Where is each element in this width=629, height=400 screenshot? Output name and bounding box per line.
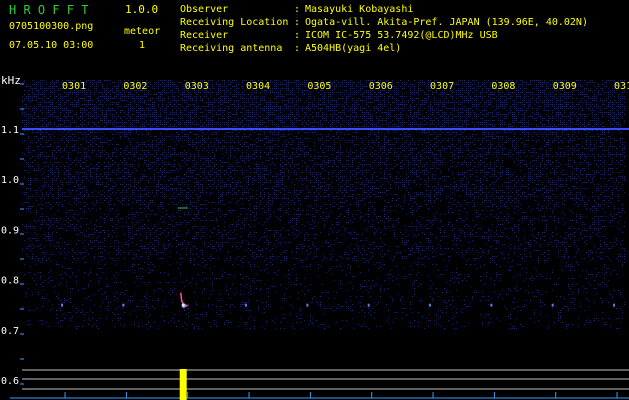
faint-echo — [490, 303, 493, 307]
y-tick-label: 0.7 — [1, 326, 19, 337]
info-label: Observer — [180, 4, 229, 15]
meteor-count: 1 — [139, 40, 146, 51]
x-tick-label: 0303 — [185, 81, 209, 92]
info-separator: : — [294, 17, 301, 28]
faint-echo — [306, 303, 309, 307]
x-tick-label: 0301 — [62, 81, 86, 92]
faint-echo — [61, 303, 64, 307]
info-value: Ogata-vill. Akita-Pref. JAPAN (139.96E, … — [305, 17, 588, 28]
info-separator: : — [294, 43, 301, 54]
file-name: 0705100300.png — [9, 21, 94, 32]
y-tick-label: 0.6 — [1, 376, 19, 387]
noise-field — [22, 80, 625, 329]
info-label: Receiving Location — [180, 17, 289, 28]
x-tick-label: 0307 — [430, 81, 454, 92]
faint-echo — [245, 303, 248, 307]
faint-echo — [367, 303, 370, 307]
y-tick-label: 1.0 — [1, 175, 19, 186]
faint-echo — [429, 303, 432, 307]
y-axis-unit: kHz — [1, 74, 21, 87]
observation-datetime: 07.05.10 03:00 — [9, 40, 94, 51]
info-value: ICOM IC-575 53.7492(@LCD)MHz USB — [305, 30, 498, 41]
x-tick-label: 0304 — [246, 81, 270, 92]
info-label: Receiving antenna — [180, 43, 283, 54]
x-tick-label: 0310 — [614, 81, 629, 92]
info-separator: : — [294, 4, 301, 15]
faint-echo — [122, 303, 125, 307]
x-tick-label: 0308 — [491, 81, 515, 92]
faint-echo — [613, 303, 616, 307]
x-tick-label: 0302 — [123, 81, 147, 92]
app-version: 1.0.0 — [125, 3, 159, 16]
detection-marker — [179, 369, 187, 400]
info-value: A504HB(yagi 4el) — [305, 43, 402, 54]
app-brand: H R O F F T — [9, 3, 89, 17]
x-tick-label: 0309 — [553, 81, 577, 92]
x-tick-label: 0305 — [307, 81, 331, 92]
y-tick-label: 1.1 — [1, 125, 19, 136]
info-separator: : — [294, 30, 301, 41]
spectrogram: kHz 1.1 1.0 0.9 0.8 0.7 0.6 0301 0302 0303 0304 030… — [1, 74, 629, 400]
meteor-echo-core — [181, 303, 185, 307]
y-tick-label: 0.8 — [1, 276, 19, 287]
info-label: Receiver — [180, 30, 229, 41]
y-tick-label: 0.9 — [1, 225, 19, 236]
faint-echo — [551, 303, 554, 307]
x-tick-label: 0306 — [369, 81, 393, 92]
info-value: Masayuki Kobayashi — [305, 4, 414, 15]
meteor-label: meteor — [124, 26, 161, 37]
